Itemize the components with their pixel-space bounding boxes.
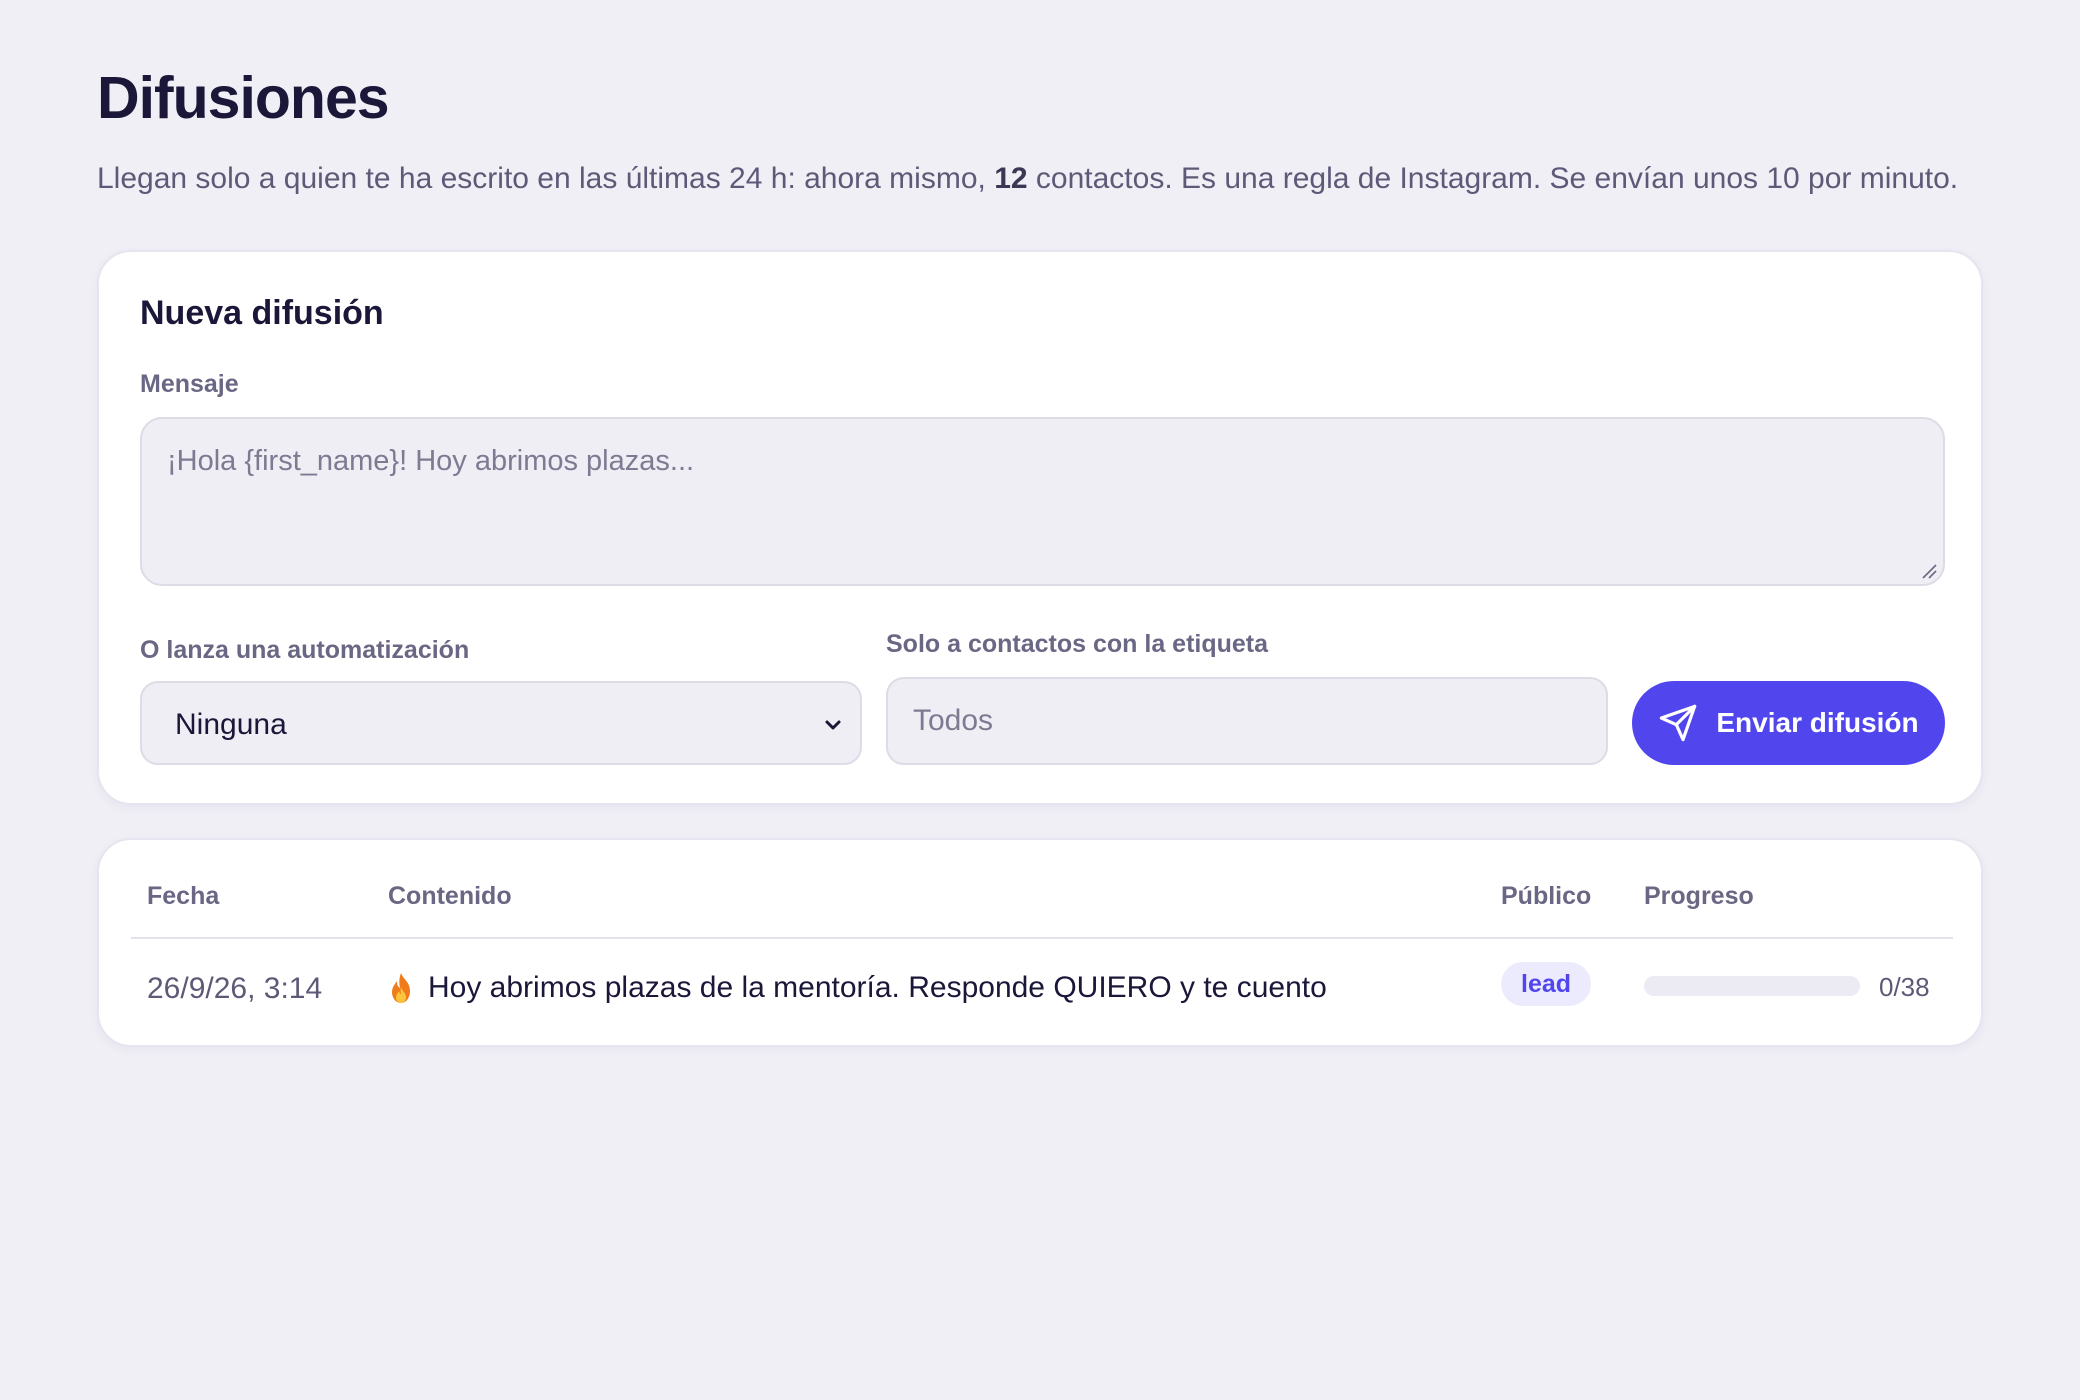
audience-badge: lead [1501,962,1592,1006]
resize-handle-icon[interactable] [1920,562,1938,580]
message-label: Mensaje [140,370,239,398]
contact-count: 12 [994,162,1028,195]
subtitle-text-after: contactos. Es una regla de Instagram. Se… [1035,162,1959,195]
column-header-content: Contenido [388,882,512,910]
table-row: 26/9/26, 3:14 Hoy abrimos plazas de la m… [99,939,1981,1047]
new-broadcast-card: Nueva difusión Mensaje O lanza una autom… [97,250,1983,805]
tag-filter-input[interactable] [886,677,1608,765]
column-header-progress: Progreso [1644,882,1754,910]
automation-label: O lanza una automatización [140,636,470,664]
progress-bar [1644,976,1860,996]
column-header-date: Fecha [147,882,220,910]
page-title: Difusiones [97,65,390,131]
new-broadcast-title: Nueva difusión [140,294,384,332]
page-subtitle: Llegan solo a quien te ha escrito en las… [97,162,1958,196]
row-content: Hoy abrimos plazas de la mentoría. Respo… [388,971,1327,1005]
automation-select[interactable]: Ninguna [140,681,862,765]
broadcast-history-table: Fecha Contenido Público Progreso 26/9/26… [97,838,1983,1047]
chevron-down-icon [825,720,841,730]
row-content-text: Hoy abrimos plazas de la mentoría. Respo… [428,971,1327,1004]
automation-selected-value: Ninguna [175,708,287,741]
subtitle-text-before: Llegan solo a quien te ha escrito en las… [97,162,986,195]
column-header-audience: Público [1501,882,1592,910]
send-broadcast-label: Enviar difusión [1716,707,1919,738]
row-date: 26/9/26, 3:14 [147,972,323,1005]
progress-count: 0/38 [1879,972,1930,1002]
fire-icon [392,973,410,1003]
paper-plane-icon [1660,704,1697,742]
send-broadcast-button[interactable]: Enviar difusión [1632,681,1945,765]
message-textarea[interactable] [140,417,1945,586]
tag-filter-label: Solo a contactos con la etiqueta [886,630,1269,658]
